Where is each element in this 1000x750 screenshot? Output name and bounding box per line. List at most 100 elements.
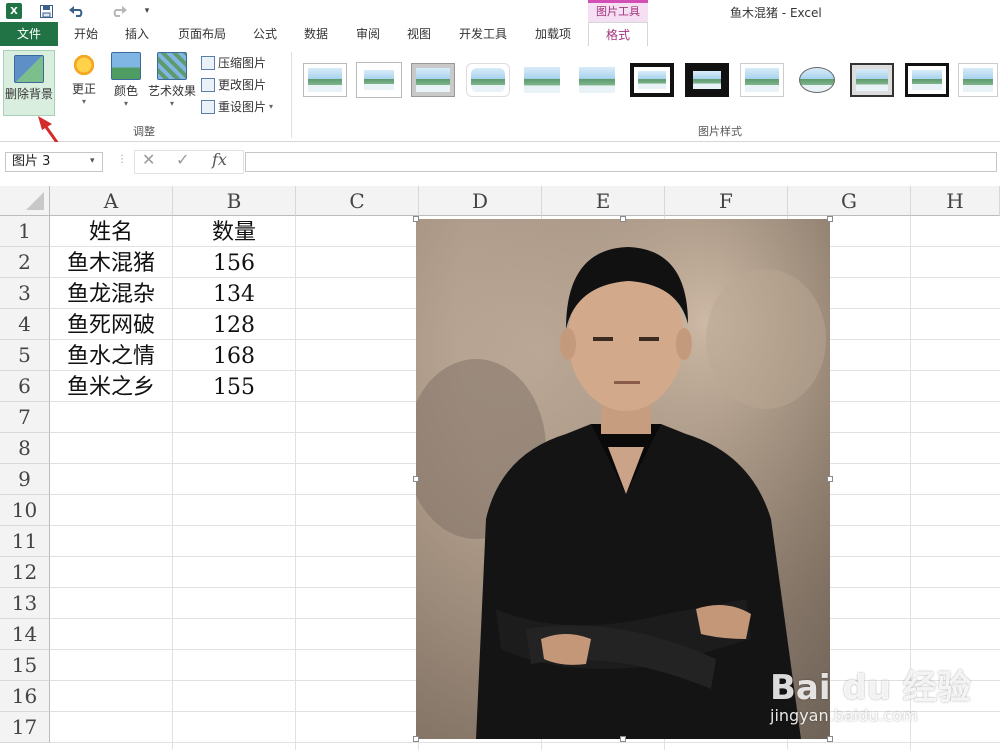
select-all-corner[interactable] <box>0 186 50 216</box>
picture-style-thumb[interactable] <box>411 63 455 97</box>
tab-formulas[interactable]: 公式 <box>245 22 285 46</box>
picture-style-thumb[interactable] <box>850 63 894 97</box>
row-header[interactable]: 9 <box>0 464 50 495</box>
column-header-h[interactable]: H <box>911 186 1000 216</box>
column-header-b[interactable]: B <box>173 186 296 216</box>
tab-view[interactable]: 视图 <box>399 22 439 46</box>
color-button[interactable]: 颜色 ▾ <box>106 52 146 116</box>
column-header-d[interactable]: D <box>419 186 542 216</box>
chevron-down-icon: ▾ <box>81 97 86 106</box>
picture-style-thumb[interactable] <box>740 63 784 97</box>
row-header[interactable]: 11 <box>0 526 50 557</box>
column-header-a[interactable]: A <box>50 186 173 216</box>
tab-add-ins[interactable]: 加载项 <box>524 22 582 46</box>
remove-background-button[interactable]: 删除背景 <box>3 50 55 116</box>
tab-home[interactable]: 开始 <box>66 22 106 46</box>
cancel-icon[interactable]: ✕ <box>142 150 155 169</box>
picture-style-thumb[interactable] <box>685 63 729 97</box>
picture-style-thumb[interactable] <box>520 63 564 97</box>
row-header[interactable]: 10 <box>0 495 50 526</box>
picture-style-thumb[interactable] <box>905 63 949 97</box>
picture-style-thumb[interactable] <box>630 63 674 97</box>
row-header[interactable]: 15 <box>0 650 50 681</box>
corrections-button[interactable]: 更正 ▾ <box>64 52 104 116</box>
artistic-effects-label: 艺术效果 <box>147 84 196 98</box>
ribbon-group-divider <box>291 52 292 138</box>
cell-b1[interactable]: 数量 <box>173 217 295 248</box>
resize-handle[interactable] <box>620 736 626 742</box>
cell-b5[interactable]: 168 <box>173 341 295 372</box>
picture-tools-context-header: 图片工具 <box>588 0 648 22</box>
reset-picture-label: 重设图片 <box>218 100 267 114</box>
cell-b6[interactable]: 155 <box>173 372 295 403</box>
chevron-down-icon: ▾ <box>123 99 128 108</box>
save-icon[interactable] <box>38 2 54 20</box>
tab-file[interactable]: 文件 <box>0 22 58 46</box>
resize-handle[interactable] <box>827 216 833 222</box>
row-header[interactable]: 2 <box>0 247 50 278</box>
row-header[interactable]: 8 <box>0 433 50 464</box>
column-header-g[interactable]: G <box>788 186 911 216</box>
row-header[interactable]: 14 <box>0 619 50 650</box>
cell-a3[interactable]: 鱼龙混杂 <box>50 279 172 310</box>
cell-b2[interactable]: 156 <box>173 248 295 279</box>
row-header[interactable]: 1 <box>0 216 50 247</box>
customize-quick-access-icon[interactable]: ▾ <box>140 2 154 20</box>
cell-a1[interactable]: 姓名 <box>50 217 172 248</box>
picture-style-thumb[interactable] <box>795 63 839 97</box>
tab-format[interactable]: 格式 <box>588 22 648 46</box>
tab-review[interactable]: 审阅 <box>348 22 388 46</box>
picture-style-thumb[interactable] <box>575 63 619 97</box>
inserted-picture[interactable] <box>416 219 830 739</box>
row-header[interactable]: 12 <box>0 557 50 588</box>
resize-handle[interactable] <box>620 216 626 222</box>
row-header[interactable]: 4 <box>0 309 50 340</box>
remove-background-label: 删除背景 <box>4 87 53 101</box>
window-title: 鱼木混猪 - Excel <box>730 6 822 20</box>
compress-pictures-icon <box>201 55 215 70</box>
row-header[interactable]: 16 <box>0 681 50 712</box>
resize-handle[interactable] <box>413 216 419 222</box>
formula-input[interactable] <box>245 152 997 172</box>
resize-handle[interactable] <box>827 476 833 482</box>
column-header-e[interactable]: E <box>542 186 665 216</box>
undo-icon[interactable] <box>64 2 92 20</box>
picture-style-thumb[interactable] <box>357 63 401 97</box>
column-header-c[interactable]: C <box>296 186 419 216</box>
tab-insert[interactable]: 插入 <box>117 22 157 46</box>
row-header[interactable]: 5 <box>0 340 50 371</box>
column-header-f[interactable]: F <box>665 186 788 216</box>
tab-page-layout[interactable]: 页面布局 <box>172 22 232 46</box>
cell-a5[interactable]: 鱼水之情 <box>50 341 172 372</box>
tab-data[interactable]: 数据 <box>296 22 336 46</box>
picture-style-thumb[interactable] <box>958 63 998 97</box>
portrait-photo <box>416 219 830 739</box>
insert-function-icon[interactable]: fx <box>212 150 227 169</box>
row-header[interactable]: 6 <box>0 371 50 402</box>
remove-background-icon <box>14 55 44 83</box>
reset-picture-button[interactable]: 重设图片 ▾ <box>201 98 273 115</box>
resize-handle[interactable] <box>827 736 833 742</box>
change-picture-button[interactable]: 更改图片 <box>201 76 266 93</box>
cell-a4[interactable]: 鱼死网破 <box>50 310 172 341</box>
cell-b3[interactable]: 134 <box>173 279 295 310</box>
tab-developer[interactable]: 开发工具 <box>452 22 514 46</box>
cell-a6[interactable]: 鱼米之乡 <box>50 372 172 403</box>
resize-handle[interactable] <box>413 736 419 742</box>
redo-icon[interactable] <box>104 2 132 20</box>
row-header[interactable]: 7 <box>0 402 50 433</box>
chevron-down-icon[interactable]: ▾ <box>90 156 95 166</box>
cell-b4[interactable]: 128 <box>173 310 295 341</box>
artistic-effects-button[interactable]: 艺术效果 ▾ <box>146 52 198 116</box>
row-header[interactable]: 13 <box>0 588 50 619</box>
resize-handle[interactable] <box>413 476 419 482</box>
name-box[interactable]: 图片 3 <box>5 152 103 172</box>
picture-style-thumb[interactable] <box>303 63 347 97</box>
corrections-label: 更正 <box>71 82 96 96</box>
compress-pictures-button[interactable]: 压缩图片 <box>201 54 266 71</box>
picture-style-thumb[interactable] <box>466 63 510 97</box>
row-header[interactable]: 17 <box>0 712 50 743</box>
cell-a2[interactable]: 鱼木混猪 <box>50 248 172 279</box>
enter-icon[interactable]: ✓ <box>176 150 189 169</box>
row-header[interactable]: 3 <box>0 278 50 309</box>
